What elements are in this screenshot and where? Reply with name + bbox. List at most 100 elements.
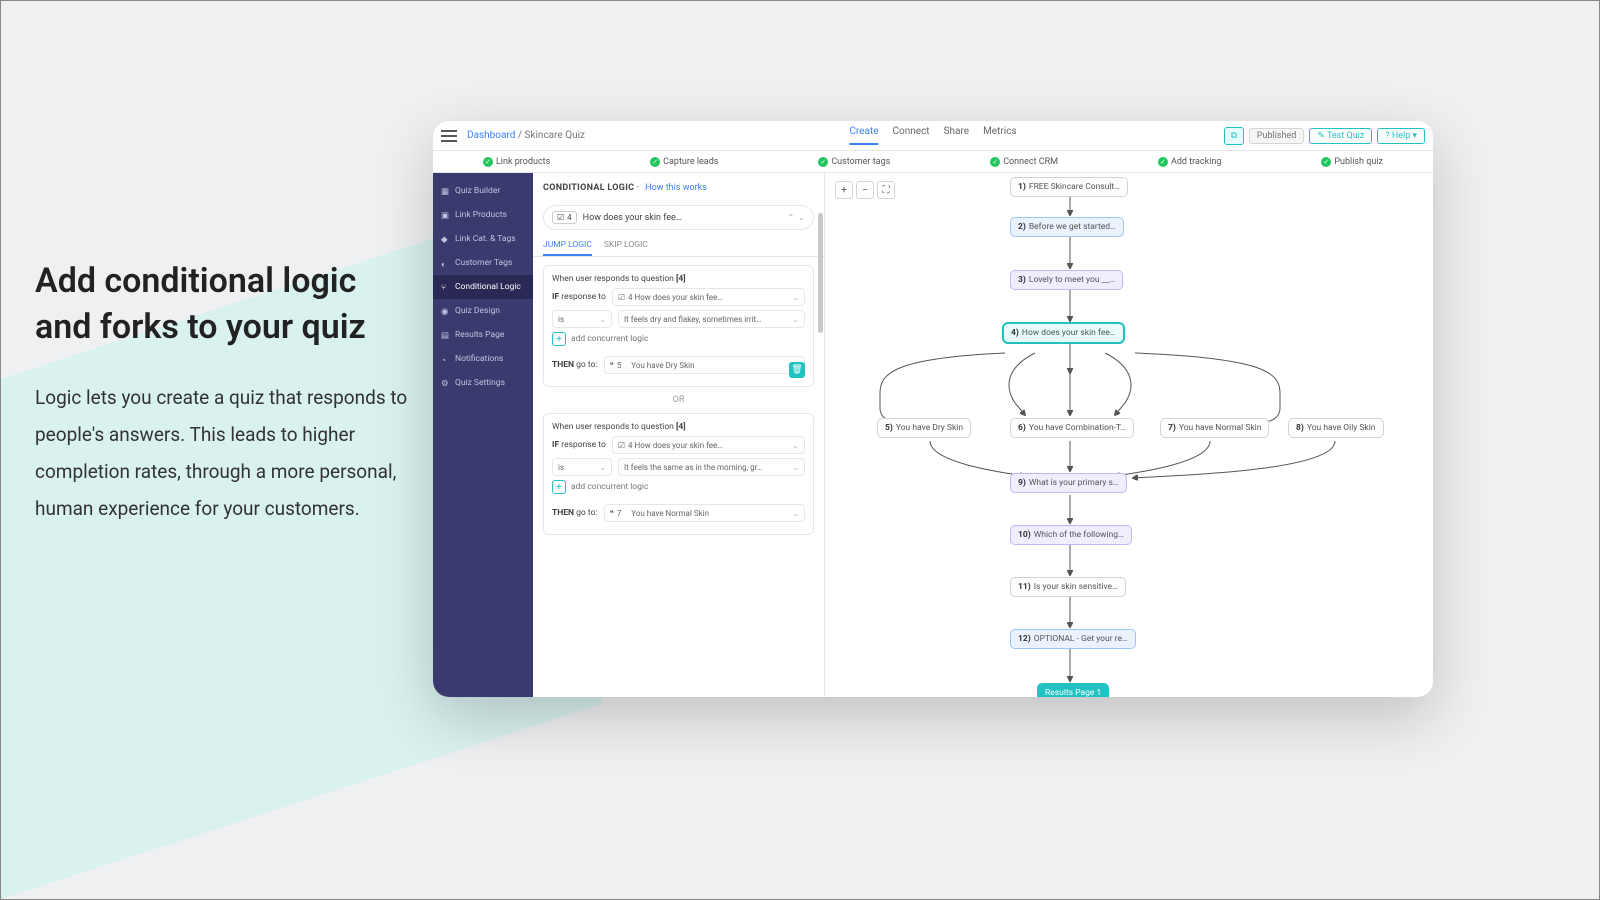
gear-icon: ⚙ [441,379,450,388]
menu-icon[interactable] [441,130,457,142]
tab-skip-logic[interactable]: SKIP LOGIC [604,240,648,256]
chevron-down-icon: ⌄ [792,509,799,518]
scrollbar-thumb[interactable] [818,213,823,333]
step-add-tracking[interactable]: ✓Add tracking [1158,157,1221,167]
tab-metrics[interactable]: Metrics [983,126,1017,145]
node-4[interactable]: 4)How does your skin fee… [1003,323,1124,343]
tab-share[interactable]: Share [944,126,969,145]
sidebar-item-quiz-design[interactable]: ◉Quiz Design [433,299,533,323]
sidebar-item-conditional-logic[interactable]: ⑂Conditional Logic [433,275,533,299]
how-this-works-link[interactable]: How this works [645,183,707,193]
step-connect-crm[interactable]: ✓Connect CRM [990,157,1058,167]
topbar: Dashboard / Skincare Quiz Create Connect… [433,121,1433,151]
breadcrumb-current: Skincare Quiz [524,130,585,141]
add-concurrent-logic[interactable]: + add concurrent logic [552,480,805,494]
grid-icon: ▦ [441,187,450,196]
plus-icon: + [552,332,566,346]
logic-panel: CONDITIONAL LOGIC · How this works ☑ 4 H… [533,173,825,697]
cart-icon: ▤ [441,331,450,340]
step-link-products[interactable]: ✓Link products [483,157,550,167]
bag-icon: ▣ [441,211,450,220]
check-icon: ✓ [650,157,660,167]
response-select-2[interactable]: It feels the same as in the morning, gr…… [618,458,805,476]
node-11[interactable]: 11)Is your skin sensitive… [1010,577,1126,597]
chevron-down-icon: ⌄ [792,293,799,302]
tab-connect[interactable]: Connect [893,126,930,145]
check-icon: ✓ [483,157,493,167]
fork-icon: ⑂ [441,283,450,292]
copy-icon[interactable]: ⧉ [1224,127,1244,145]
node-1[interactable]: 1)FREE Skincare Consult… [1010,177,1128,197]
response-select-1[interactable]: It feels dry and flakey, sometimes irrit… [618,310,805,328]
sidebar-item-results-page[interactable]: ▤Results Page [433,323,533,347]
hero-title: Add conditional logic and forks to your … [35,259,435,351]
tab-jump-logic[interactable]: JUMP LOGIC [543,240,592,256]
step-publish-quiz[interactable]: ✓Publish quiz [1321,157,1383,167]
step-capture-leads[interactable]: ✓Capture leads [650,157,718,167]
logic-tabs: JUMP LOGIC SKIP LOGIC [533,236,824,257]
chevron-down-icon: ⌄ [792,463,799,472]
chevron-down-icon: ⌄ [798,213,805,222]
sidebar-item-link-cat-tags[interactable]: ◆Link Cat. & Tags [433,227,533,251]
node-12[interactable]: 12)OPTIONAL - Get your re… [1010,629,1136,649]
hero-copy: Add conditional logic and forks to your … [35,259,435,527]
app-body: ▦Quiz Builder ▣Link Products ◆Link Cat. … [433,173,1433,697]
hero-body: Logic lets you create a quiz that respon… [35,379,435,527]
operator-select[interactable]: is⌄ [552,310,612,328]
operator-select[interactable]: is⌄ [552,458,612,476]
question-selector[interactable]: ☑ 4 How does your skin fee… ⌃⌄ [543,205,814,230]
breadcrumb: Dashboard / Skincare Quiz [467,130,585,141]
node-results[interactable]: Results Page 1 [1037,683,1109,697]
node-6[interactable]: 6)You have Combination-T… [1010,418,1134,438]
breadcrumb-dashboard[interactable]: Dashboard [467,130,515,141]
rule-card-2: When user responds to question [4] IF re… [543,413,814,535]
node-7[interactable]: 7)You have Normal Skin [1160,418,1269,438]
check-icon: ✓ [818,157,828,167]
rule-when: When user responds to question [4] [552,274,805,284]
node-8[interactable]: 8)You have Oily Skin [1288,418,1384,438]
tag-icon: ◆ [441,235,450,244]
flow-nodes: 1)FREE Skincare Consult… 2)Before we get… [825,173,1433,697]
node-10[interactable]: 10)Which of the following… [1010,525,1132,545]
chevron-down-icon: ⌄ [792,315,799,324]
progress-steps: ✓Link products ✓Capture leads ✓Customer … [433,151,1433,173]
delete-rule-button[interactable]: 🗑 [789,362,805,378]
sidebar-item-link-products[interactable]: ▣Link Products [433,203,533,227]
topbar-actions: ⧉ Published ✎ Test Quiz ? Help ▾ [1224,127,1425,145]
bell-icon: ◔ [441,355,450,364]
node-9[interactable]: 9)What is your primary s… [1010,473,1127,493]
chevron-down-icon: ⌄ [599,315,606,324]
panel-header: CONDITIONAL LOGIC · How this works [533,173,824,199]
step-customer-tags[interactable]: ✓Customer tags [818,157,890,167]
question-text: How does your skin fee… [583,213,682,223]
question-badge: ☑ 4 [552,211,577,224]
sidebar-item-quiz-builder[interactable]: ▦Quiz Builder [433,179,533,203]
drop-icon: ◉ [441,307,450,316]
check-icon: ✓ [1158,157,1168,167]
then-goto-select-2[interactable]: ❝ 7 You have Normal Skin⌄ [604,504,806,522]
add-concurrent-logic[interactable]: + add concurrent logic [552,332,805,346]
check-icon: ✓ [990,157,1000,167]
rule-when: When user responds to question [4] [552,422,805,432]
app-window: Dashboard / Skincare Quiz Create Connect… [433,121,1433,697]
help-button[interactable]: ? Help ▾ [1377,128,1425,144]
node-5[interactable]: 5)You have Dry Skin [877,418,971,438]
sidebar-item-quiz-settings[interactable]: ⚙Quiz Settings [433,371,533,395]
hero-title-line1: Add conditional logic [35,261,356,301]
chevron-down-icon: ⌄ [792,441,799,450]
hero-title-line2: and forks to your quiz [35,307,366,347]
sidebar-item-notifications[interactable]: ◔Notifications [433,347,533,371]
node-2[interactable]: 2)Before we get started… [1010,217,1124,237]
if-question-select[interactable]: ☑ 4 How does your skin fee…⌄ [612,436,805,454]
flow-canvas[interactable]: + − ⛶ [825,173,1433,697]
then-goto-select-1[interactable]: ❝ 5 You have Dry Skin⌄ [604,356,806,374]
expand-arrows[interactable]: ⌃⌄ [788,213,805,222]
test-quiz-button[interactable]: ✎ Test Quiz [1309,128,1372,144]
node-3[interactable]: 3)Lovely to meet you __… [1010,270,1123,290]
user-icon: ◐ [441,259,450,268]
sidebar-item-customer-tags[interactable]: ◐Customer Tags [433,251,533,275]
chevron-down-icon: ⌄ [599,463,606,472]
if-question-select[interactable]: ☑ 4 How does your skin fee…⌄ [612,288,805,306]
tab-create[interactable]: Create [849,126,878,145]
check-icon: ✓ [1321,157,1331,167]
